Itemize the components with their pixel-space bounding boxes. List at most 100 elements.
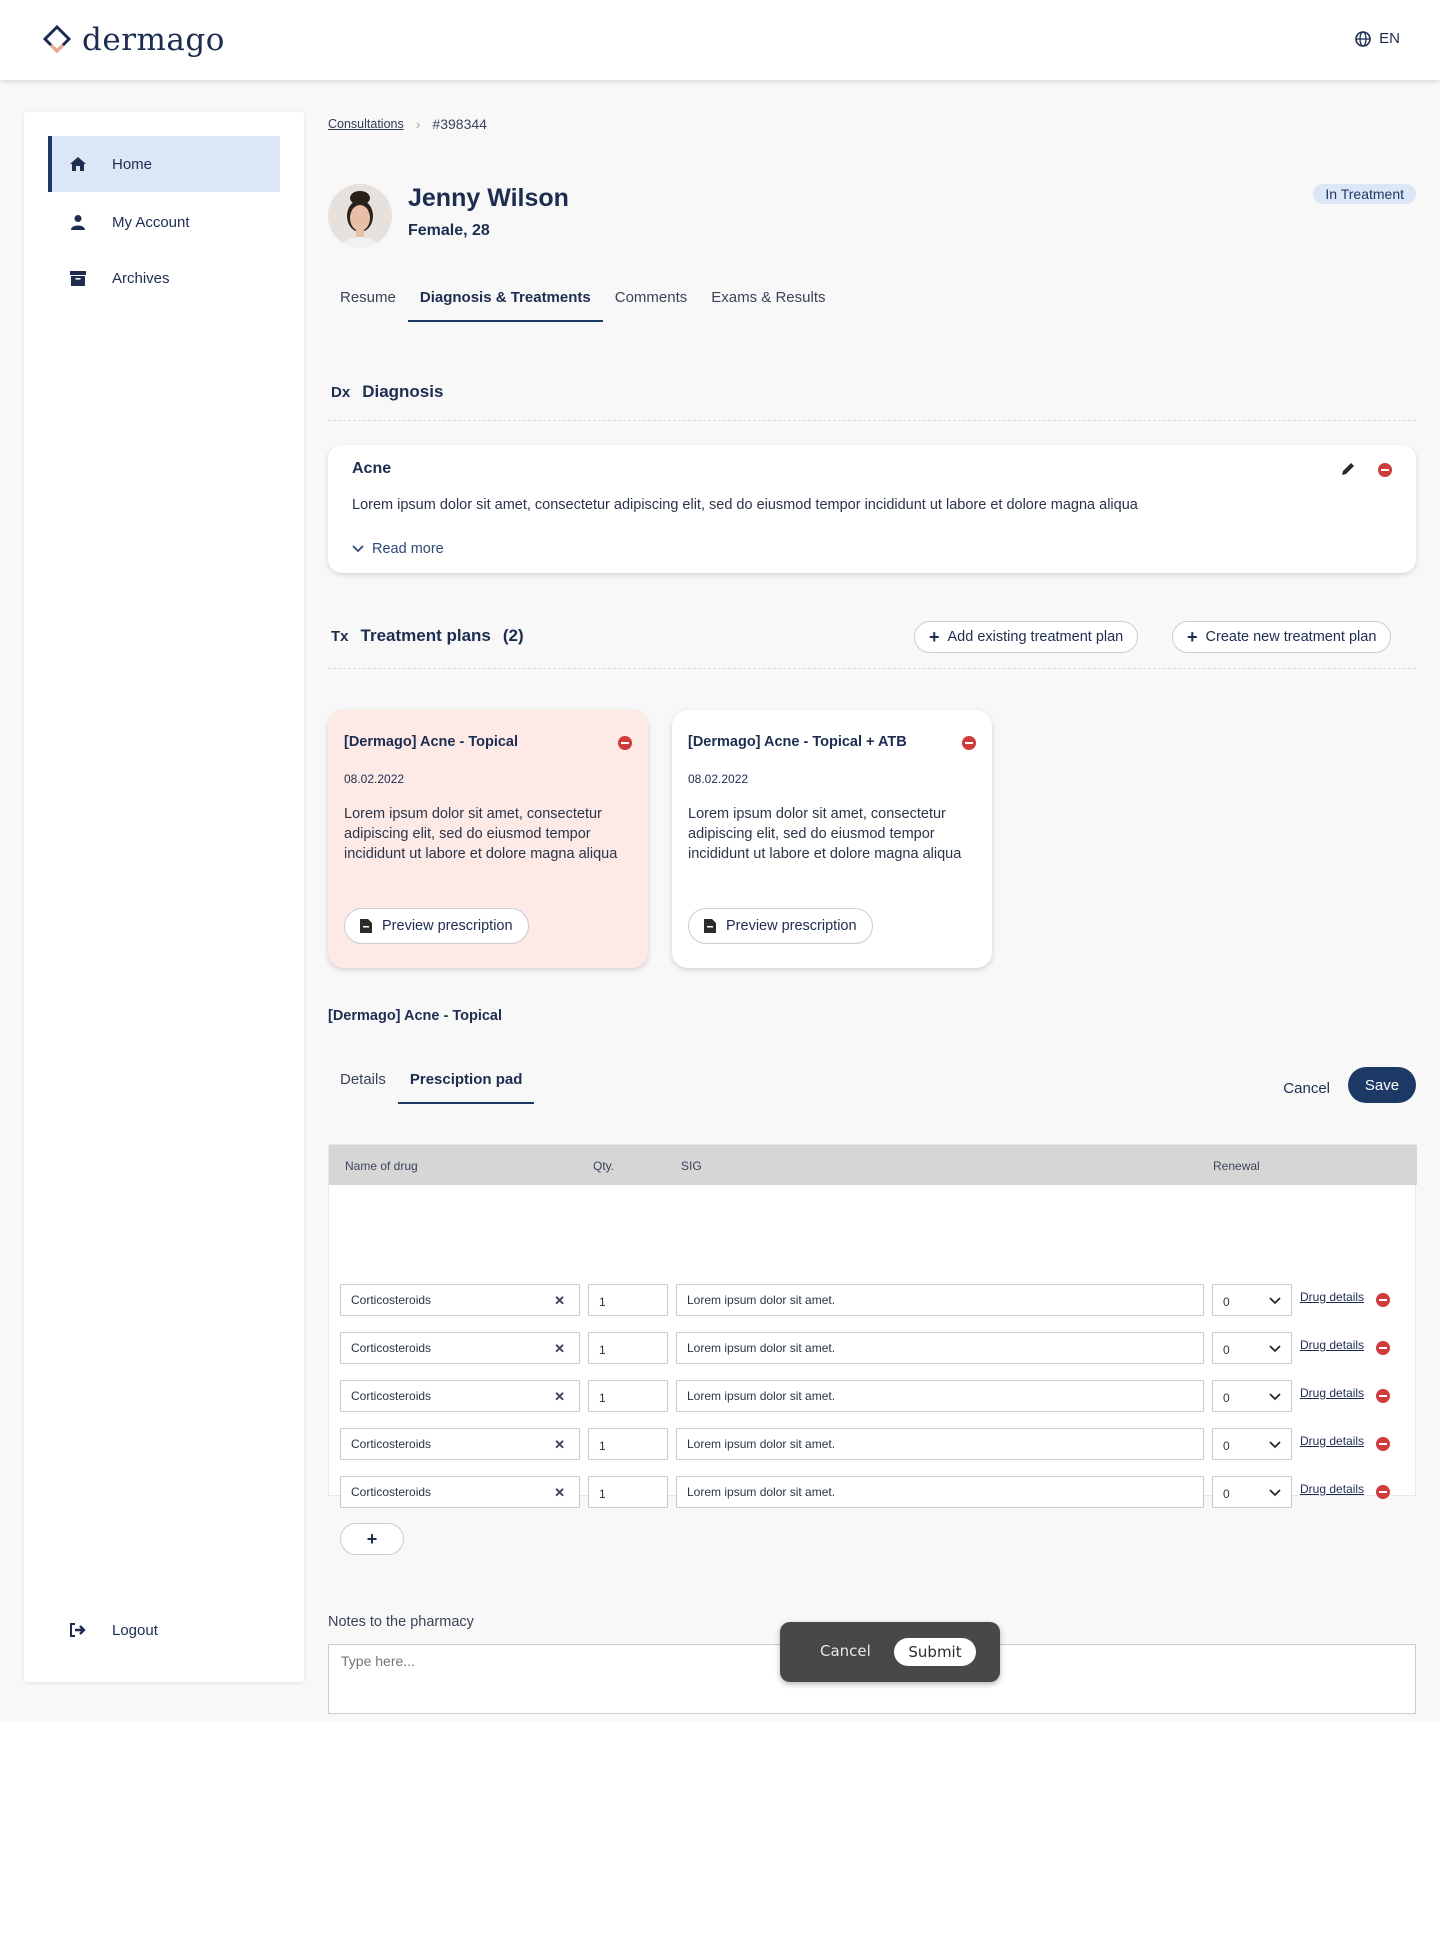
save-button[interactable]: Save: [1348, 1067, 1416, 1103]
plan-date: 08.02.2022: [344, 772, 405, 786]
plan-title: [Dermago] Acne - Topical + ATB: [688, 734, 907, 750]
floating-action-bar: Cancel Submit: [780, 1622, 1000, 1682]
sig-field[interactable]: Lorem ipsum dolor sit amet.: [676, 1428, 1204, 1460]
drug-details-link[interactable]: Drug details: [1300, 1482, 1364, 1496]
cancel-button[interactable]: Cancel: [1283, 1080, 1330, 1097]
pdf-file-icon: [704, 919, 716, 933]
tab-prescription-pad[interactable]: Presciption pad: [397, 1068, 535, 1104]
table-row: Corticosteroids ✕ 1 Lorem ipsum dolor sit a…: [340, 1476, 1416, 1508]
treatment-tag: Tx: [331, 627, 349, 645]
drug-name-field[interactable]: Corticosteroids ✕: [340, 1284, 580, 1316]
diagnosis-description: Lorem ipsum dolor sit amet, consectetur …: [352, 497, 1138, 513]
clear-icon[interactable]: ✕: [554, 1341, 565, 1357]
patient-gender-age: Female, 28: [408, 222, 490, 239]
renewal-select[interactable]: 0: [1212, 1332, 1292, 1364]
sig-field[interactable]: Lorem ipsum dolor sit amet.: [676, 1332, 1204, 1364]
treatment-plan-card[interactable]: [Dermago] Acne - Topical 08.02.2022 Lore…: [328, 710, 648, 968]
quantity-field[interactable]: 1: [588, 1380, 668, 1412]
tab-diagnosis-treatments[interactable]: Diagnosis & Treatments: [407, 286, 603, 322]
quantity-field[interactable]: 1: [588, 1332, 668, 1364]
clear-icon[interactable]: ✕: [554, 1389, 565, 1405]
drug-name-value: Corticosteroids: [351, 1389, 432, 1403]
home-icon: [68, 156, 88, 172]
remove-row-icon[interactable]: [1376, 1341, 1390, 1355]
read-more-link[interactable]: Read more: [352, 541, 444, 557]
drug-name-field[interactable]: Corticosteroids ✕: [340, 1380, 580, 1412]
remove-plan-icon[interactable]: [618, 736, 632, 750]
sidebar-item-my-account[interactable]: My Account: [48, 194, 280, 250]
clear-icon[interactable]: ✕: [554, 1437, 565, 1453]
quantity-field[interactable]: 1: [588, 1284, 668, 1316]
clear-icon[interactable]: ✕: [554, 1293, 565, 1309]
pdf-file-icon: [360, 919, 372, 933]
drug-details-link[interactable]: Drug details: [1300, 1386, 1364, 1400]
renewal-select[interactable]: 0: [1212, 1380, 1292, 1412]
drug-name-field[interactable]: Corticosteroids ✕: [340, 1476, 580, 1508]
selected-plan-title: [Dermago] Acne - Topical: [328, 1008, 503, 1024]
treatment-heading-label: Treatment plans: [360, 626, 491, 645]
brand-logo[interactable]: dermago: [40, 22, 225, 58]
language-selector[interactable]: EN: [1355, 30, 1400, 47]
drug-details-link[interactable]: Drug details: [1300, 1434, 1364, 1448]
tab-resume[interactable]: Resume: [328, 286, 408, 322]
renewal-value: 0: [1223, 1439, 1230, 1453]
create-new-plan-button[interactable]: + Create new treatment plan: [1172, 621, 1392, 653]
tab-exams-results[interactable]: Exams & Results: [699, 286, 837, 322]
diagnosis-tag: Dx: [331, 383, 351, 401]
add-drug-row-button[interactable]: +: [340, 1523, 404, 1555]
renewal-select[interactable]: 0: [1212, 1428, 1292, 1460]
consultation-tabs: Resume Diagnosis & Treatments Comments E…: [328, 286, 837, 322]
logout-button[interactable]: Logout: [48, 1602, 280, 1658]
sidebar-item-label: My Account: [112, 213, 190, 231]
breadcrumb-consultations-link[interactable]: Consultations: [328, 117, 404, 131]
quantity-field[interactable]: 1: [588, 1428, 668, 1460]
treatment-plans-heading: Tx Treatment plans (2): [328, 626, 524, 646]
archive-icon: [68, 270, 88, 286]
renewal-select[interactable]: 0: [1212, 1284, 1292, 1316]
add-existing-plan-button[interactable]: + Add existing treatment plan: [914, 621, 1139, 653]
sidebar-item-home[interactable]: Home: [48, 136, 280, 192]
remove-row-icon[interactable]: [1376, 1485, 1390, 1499]
plan-detail-tabs: Details Presciption pad: [328, 1068, 535, 1104]
sig-field[interactable]: Lorem ipsum dolor sit amet.: [676, 1380, 1204, 1412]
treatment-count: (2): [502, 626, 524, 645]
remove-row-icon[interactable]: [1376, 1389, 1390, 1403]
remove-row-icon[interactable]: [1376, 1293, 1390, 1307]
treatment-plan-card[interactable]: [Dermago] Acne - Topical + ATB 08.02.202…: [672, 710, 992, 968]
drug-details-link[interactable]: Drug details: [1300, 1338, 1364, 1352]
preview-prescription-label: Preview prescription: [382, 918, 513, 934]
globe-icon: [1355, 30, 1371, 47]
status-badge: In Treatment: [1313, 184, 1416, 204]
drug-details-link[interactable]: Drug details: [1300, 1290, 1364, 1304]
preview-prescription-button[interactable]: Preview prescription: [344, 908, 529, 944]
remove-plan-icon[interactable]: [962, 736, 976, 750]
clear-icon[interactable]: ✕: [554, 1485, 565, 1501]
plan-title: [Dermago] Acne - Topical: [344, 734, 519, 750]
table-row: Corticosteroids ✕ 1 Lorem ipsum dolor sit a…: [340, 1332, 1416, 1364]
drug-name-field[interactable]: Corticosteroids ✕: [340, 1332, 580, 1364]
quantity-field[interactable]: 1: [588, 1476, 668, 1508]
preview-prescription-button[interactable]: Preview prescription: [688, 908, 873, 944]
dermago-logo-icon: [42, 24, 72, 54]
sig-field[interactable]: Lorem ipsum dolor sit amet.: [676, 1284, 1204, 1316]
plus-icon: +: [1187, 626, 1198, 647]
submit-button[interactable]: Submit: [894, 1638, 976, 1666]
language-label: EN: [1379, 30, 1400, 47]
tab-comments[interactable]: Comments: [603, 286, 700, 322]
renewal-value: 0: [1223, 1487, 1230, 1501]
sig-field[interactable]: Lorem ipsum dolor sit amet.: [676, 1476, 1204, 1508]
table-row: Corticosteroids ✕ 1 Lorem ipsum dolor sit a…: [340, 1284, 1416, 1316]
pencil-icon[interactable]: [1340, 461, 1356, 482]
patient-avatar: [328, 184, 392, 248]
renewal-select[interactable]: 0: [1212, 1476, 1292, 1508]
add-existing-label: Add existing treatment plan: [947, 629, 1124, 645]
tab-details[interactable]: Details: [328, 1068, 398, 1104]
sidebar-item-archives[interactable]: Archives: [48, 250, 280, 306]
brand-name: dermago: [82, 22, 225, 58]
footer-cancel-button[interactable]: Cancel: [820, 1642, 871, 1660]
renewal-value: 0: [1223, 1391, 1230, 1405]
remove-row-icon[interactable]: [1376, 1437, 1390, 1451]
logout-icon: [68, 1622, 88, 1638]
remove-diagnosis-icon[interactable]: [1378, 463, 1392, 477]
drug-name-field[interactable]: Corticosteroids ✕: [340, 1428, 580, 1460]
